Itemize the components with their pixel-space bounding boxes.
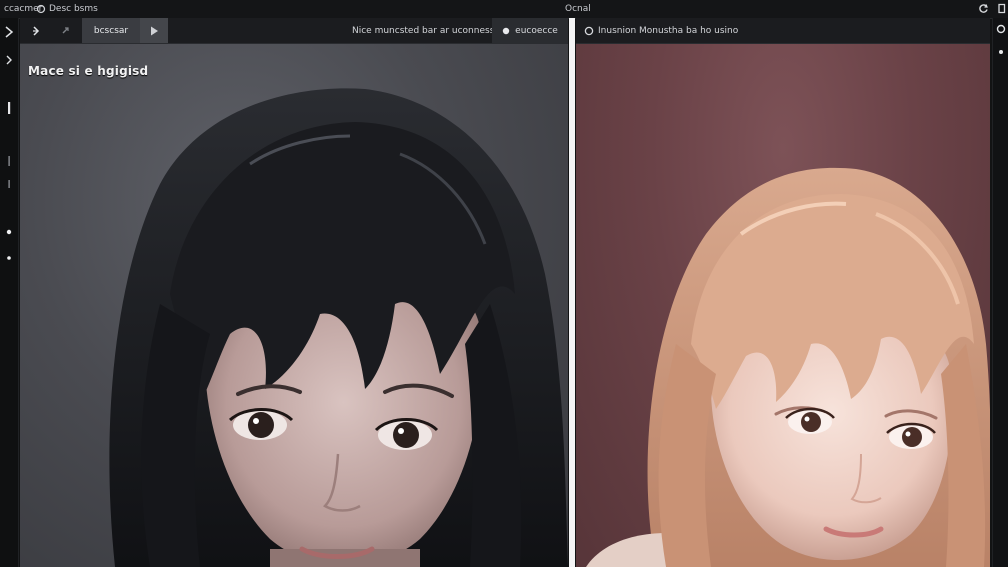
right-canvas[interactable] <box>576 44 990 567</box>
window-title: Ocnal <box>565 4 591 14</box>
settings-icon[interactable] <box>997 3 1007 14</box>
properties-rail <box>992 18 1008 567</box>
layer-bar-icon[interactable] <box>0 100 18 116</box>
window-title-bar: ccacmer Desc bsms Ocnal <box>0 0 1008 19</box>
dot-indicator-icon[interactable] <box>0 250 18 266</box>
redo-icon[interactable] <box>54 18 78 43</box>
right-panel-toolbar: Inusnion Monustha ba ho usino <box>576 18 990 44</box>
right-status-text: Inusnion Monustha ba ho usino <box>598 26 739 36</box>
right-image-panel: Inusnion Monustha ba ho usino <box>576 18 990 567</box>
info-icon[interactable] <box>584 26 594 36</box>
undo-icon[interactable] <box>24 18 48 43</box>
left-status-text: Nice muncsted bar ar uconness <box>352 26 495 36</box>
active-tab[interactable]: bcscsar <box>82 18 140 43</box>
left-image-panel: bcscsar Nice muncsted bar ar uconness eu… <box>20 18 568 567</box>
left-canvas[interactable]: Mace si e hgigisd <box>20 44 568 567</box>
preset-label: eucoecce <box>515 25 558 36</box>
overlay-caption: Mace si e hgigisd <box>28 64 149 78</box>
handle-icon[interactable] <box>0 153 18 169</box>
move-tool-icon[interactable] <box>0 24 18 40</box>
sync-icon[interactable] <box>978 3 989 14</box>
split-divider-handle[interactable] <box>569 18 575 567</box>
left-panel-toolbar: bcscsar Nice muncsted bar ar uconness eu… <box>20 18 568 44</box>
preset-selector[interactable]: eucoecce <box>492 18 568 43</box>
blonde-portrait <box>586 167 990 567</box>
dot-indicator-icon[interactable] <box>0 224 18 240</box>
chevron-right-icon[interactable] <box>0 52 18 68</box>
refresh-icon[interactable] <box>36 4 46 14</box>
dot-indicator-icon[interactable] <box>999 50 1003 54</box>
tool-rail <box>0 18 19 567</box>
handle-small-icon[interactable] <box>0 176 18 192</box>
tab-arrow-icon[interactable] <box>140 18 168 43</box>
radio-dot-icon <box>502 27 510 34</box>
gear-icon[interactable] <box>996 24 1006 34</box>
active-tab-label: bcscsar <box>93 25 129 36</box>
dark-haired-portrait <box>109 88 568 567</box>
project-name[interactable]: Desc bsms <box>49 0 98 18</box>
